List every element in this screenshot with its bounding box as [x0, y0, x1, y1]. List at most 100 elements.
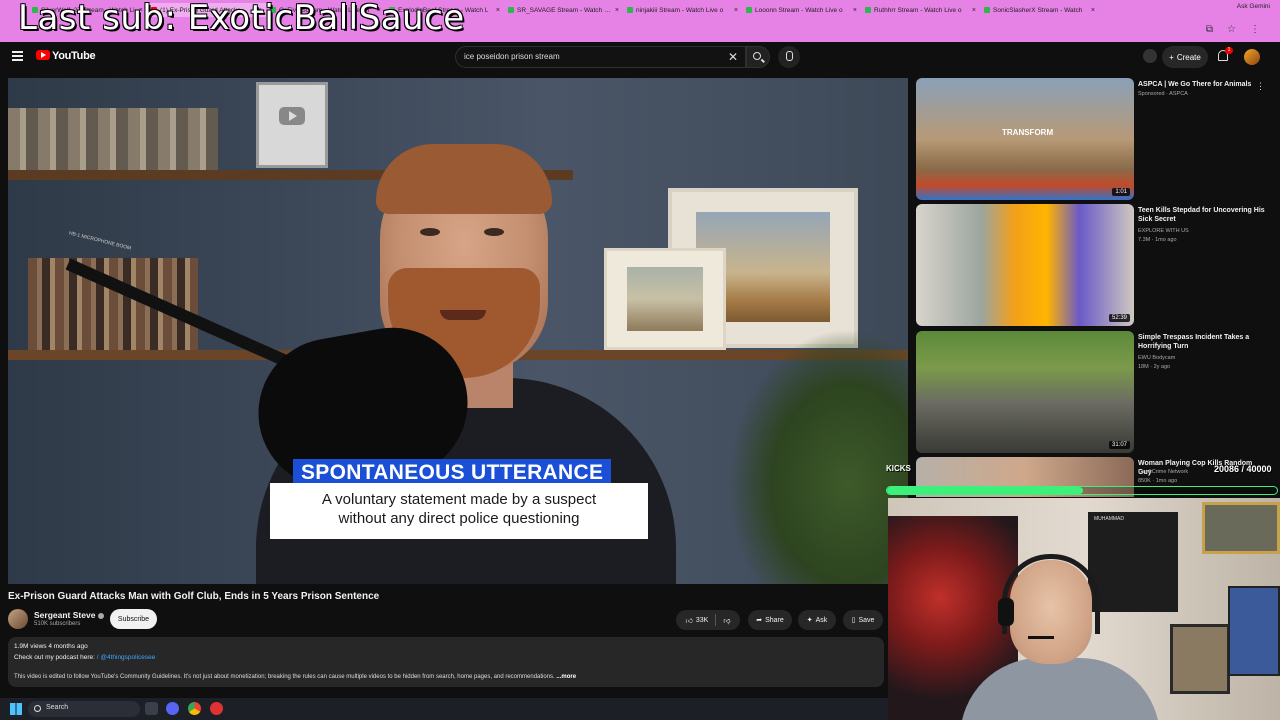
video-frame-plant	[728, 328, 908, 584]
hamburger-menu-icon[interactable]	[12, 51, 23, 61]
recommendation-thumbnail[interactable]: 52:39	[916, 204, 1134, 326]
close-icon[interactable]: ×	[853, 7, 857, 14]
streamer-webcam: MUHAMMAD	[888, 498, 1280, 720]
browser-tab[interactable]: Ruthhrr Stream - Watch Live o ×	[861, 3, 980, 17]
youtube-header: YouTube ice poseidon prison stream ✕ + Cr…	[0, 42, 1280, 72]
bookmark-icon: ▯	[851, 617, 856, 624]
description-box[interactable]: 1.9M views 4 months ago Check out my pod…	[8, 637, 884, 687]
recommendation-meta: 850K · 1mo ago	[1138, 478, 1178, 484]
browser-tab[interactable]: Looonn Stream - Watch Live o ×	[742, 3, 861, 17]
voice-search-icon[interactable]	[778, 46, 800, 68]
more-options-icon[interactable]: ⋮	[1256, 81, 1265, 92]
podcast-line: Check out my podcast here: / @4thingspol…	[14, 654, 156, 661]
extensions-icon[interactable]: ⧉	[1206, 24, 1213, 35]
views-date: 1.9M views 4 months ago	[14, 643, 88, 650]
thumbs-down-icon[interactable]: 👎︎	[723, 616, 730, 625]
search-button[interactable]	[746, 46, 770, 68]
account-avatar[interactable]	[1244, 49, 1260, 65]
duration-badge: 31:07	[1108, 441, 1130, 449]
share-button[interactable]: ➦ Share	[748, 610, 792, 630]
like-dislike-group: 👍︎ 33K 👎︎	[676, 610, 740, 630]
bookmark-star-icon[interactable]: ☆	[1227, 24, 1236, 35]
video-frame-books	[8, 108, 218, 170]
browser-tab[interactable]: SonicSlasherX Stream - Watch ×	[980, 3, 1099, 17]
gemini-icon[interactable]	[1143, 49, 1157, 63]
recommendation-title[interactable]: Teen Kills Stepdad for Uncovering His Si…	[1138, 206, 1266, 224]
like-count[interactable]: 33K	[696, 617, 708, 624]
browser-tab[interactable]: SR_SAVAGE Stream - Watch Liv ×	[504, 3, 623, 17]
clear-search-icon[interactable]: ✕	[728, 50, 738, 64]
discord-icon[interactable]	[166, 702, 179, 715]
save-button[interactable]: ▯ Save	[843, 610, 883, 630]
windows-taskbar: Search	[0, 698, 888, 720]
caption-definition: A voluntary statement made by a suspect …	[270, 483, 648, 539]
recommendation-item[interactable]: TRANSFORM 1:01 ASPCA | We Go There for A…	[916, 78, 1276, 200]
play-plaque-icon	[279, 107, 305, 125]
last-sub-text: Last sub: ExoticBallSauce	[18, 0, 465, 38]
webcam-wall-frame	[1170, 624, 1230, 694]
close-icon[interactable]: ×	[615, 7, 619, 14]
plus-icon: +	[1169, 52, 1174, 62]
search-query: ice poseidon prison stream	[464, 52, 560, 61]
search-icon	[34, 705, 41, 712]
youtube-logo-text[interactable]: YouTube	[52, 50, 96, 62]
close-icon[interactable]: ×	[734, 7, 738, 14]
taskbar-search[interactable]: Search	[28, 701, 140, 717]
close-icon[interactable]: ×	[1091, 7, 1095, 14]
video-player[interactable]: HB-1 MICROPHONE BOOM SPONTANEOUS UTTERAN…	[8, 78, 908, 584]
recommendation-channel: EWU Bodycam	[1138, 355, 1176, 361]
kick-favicon-icon	[508, 7, 514, 13]
search-input[interactable]: ice poseidon prison stream ✕	[455, 46, 746, 68]
app-icon[interactable]	[210, 702, 223, 715]
show-more-link[interactable]: ...more	[556, 674, 576, 680]
ask-button[interactable]: ✦ Ask	[798, 610, 836, 630]
webcam-wall-frame	[1202, 502, 1280, 554]
browser-toolbar-icons: ⧉ ☆ ⋮	[1206, 24, 1260, 35]
recommendation-channel: Law&Crime Network	[1138, 469, 1189, 475]
kick-favicon-icon	[984, 7, 990, 13]
channel-name[interactable]: Sergeant Steve	[34, 610, 105, 620]
recommendation-thumbnail[interactable]: TRANSFORM 1:01	[916, 78, 1134, 200]
recommendation-item[interactable]: 31:07 Simple Trespass Incident Takes a H…	[916, 331, 1276, 453]
video-frame-play-button-plaque	[256, 82, 328, 168]
recommendation-channel: Sponsored · ASPCA	[1138, 91, 1188, 97]
webcam-wall-poster	[1228, 586, 1280, 676]
youtube-logo-icon[interactable]	[36, 50, 50, 60]
duration-badge: 52:39	[1108, 314, 1130, 322]
recommendation-meta: 18M · 2y ago	[1138, 364, 1171, 370]
recommendation-meta: 7.3M · 1mo ago	[1138, 237, 1177, 243]
create-button[interactable]: + Create	[1162, 46, 1208, 68]
kick-favicon-icon	[865, 7, 871, 13]
share-icon: ➦	[756, 617, 763, 624]
kicks-goal-progress-bar	[886, 486, 1278, 495]
recommendation-thumbnail[interactable]: 31:07	[916, 331, 1134, 453]
gemini-button[interactable]: Ask Gemini	[1237, 3, 1270, 10]
close-icon[interactable]: ×	[972, 7, 976, 14]
kicks-goal-count: 20086 / 40000	[1214, 464, 1272, 474]
video-frame-painting	[604, 248, 726, 350]
subscribe-button[interactable]: Subscribe	[110, 609, 157, 629]
kicks-goal-progress-fill	[887, 487, 1083, 494]
channel-avatar[interactable]	[8, 609, 28, 629]
recommendation-title[interactable]: ASPCA | We Go There for Animals	[1138, 80, 1266, 89]
screen: SilverWolf_27 Stream - Watch Li × (1) Ex-…	[0, 0, 1280, 720]
notification-badge: 1	[1225, 47, 1233, 54]
podcast-link[interactable]: / @4thingspolicesee	[97, 654, 156, 661]
verified-icon	[98, 612, 105, 619]
subscriber-count: 510K subscribers	[34, 621, 81, 627]
more-menu-icon[interactable]: ⋮	[1250, 24, 1260, 35]
video-title: Ex-Prison Guard Attacks Man with Golf Cl…	[8, 591, 380, 602]
windows-start-icon[interactable]	[10, 703, 22, 715]
file-explorer-icon[interactable]	[145, 702, 158, 715]
kick-favicon-icon	[746, 7, 752, 13]
recommendation-title[interactable]: Simple Trespass Incident Takes a Horrify…	[1138, 333, 1266, 351]
close-icon[interactable]: ×	[496, 7, 500, 14]
recommendation-item[interactable]: 52:39 Teen Kills Stepdad for Uncovering …	[916, 204, 1276, 326]
kicks-goal-label: KICKS	[886, 464, 911, 473]
search-icon	[753, 52, 761, 60]
thumbs-up-icon[interactable]: 👍︎	[686, 616, 693, 625]
recommendation-channel: EXPLORE WITH US	[1138, 228, 1189, 234]
duration-badge: 1:01	[1112, 188, 1130, 196]
browser-tab[interactable]: ninjakiii Stream - Watch Live o ×	[623, 3, 742, 17]
chrome-icon[interactable]	[188, 702, 201, 715]
